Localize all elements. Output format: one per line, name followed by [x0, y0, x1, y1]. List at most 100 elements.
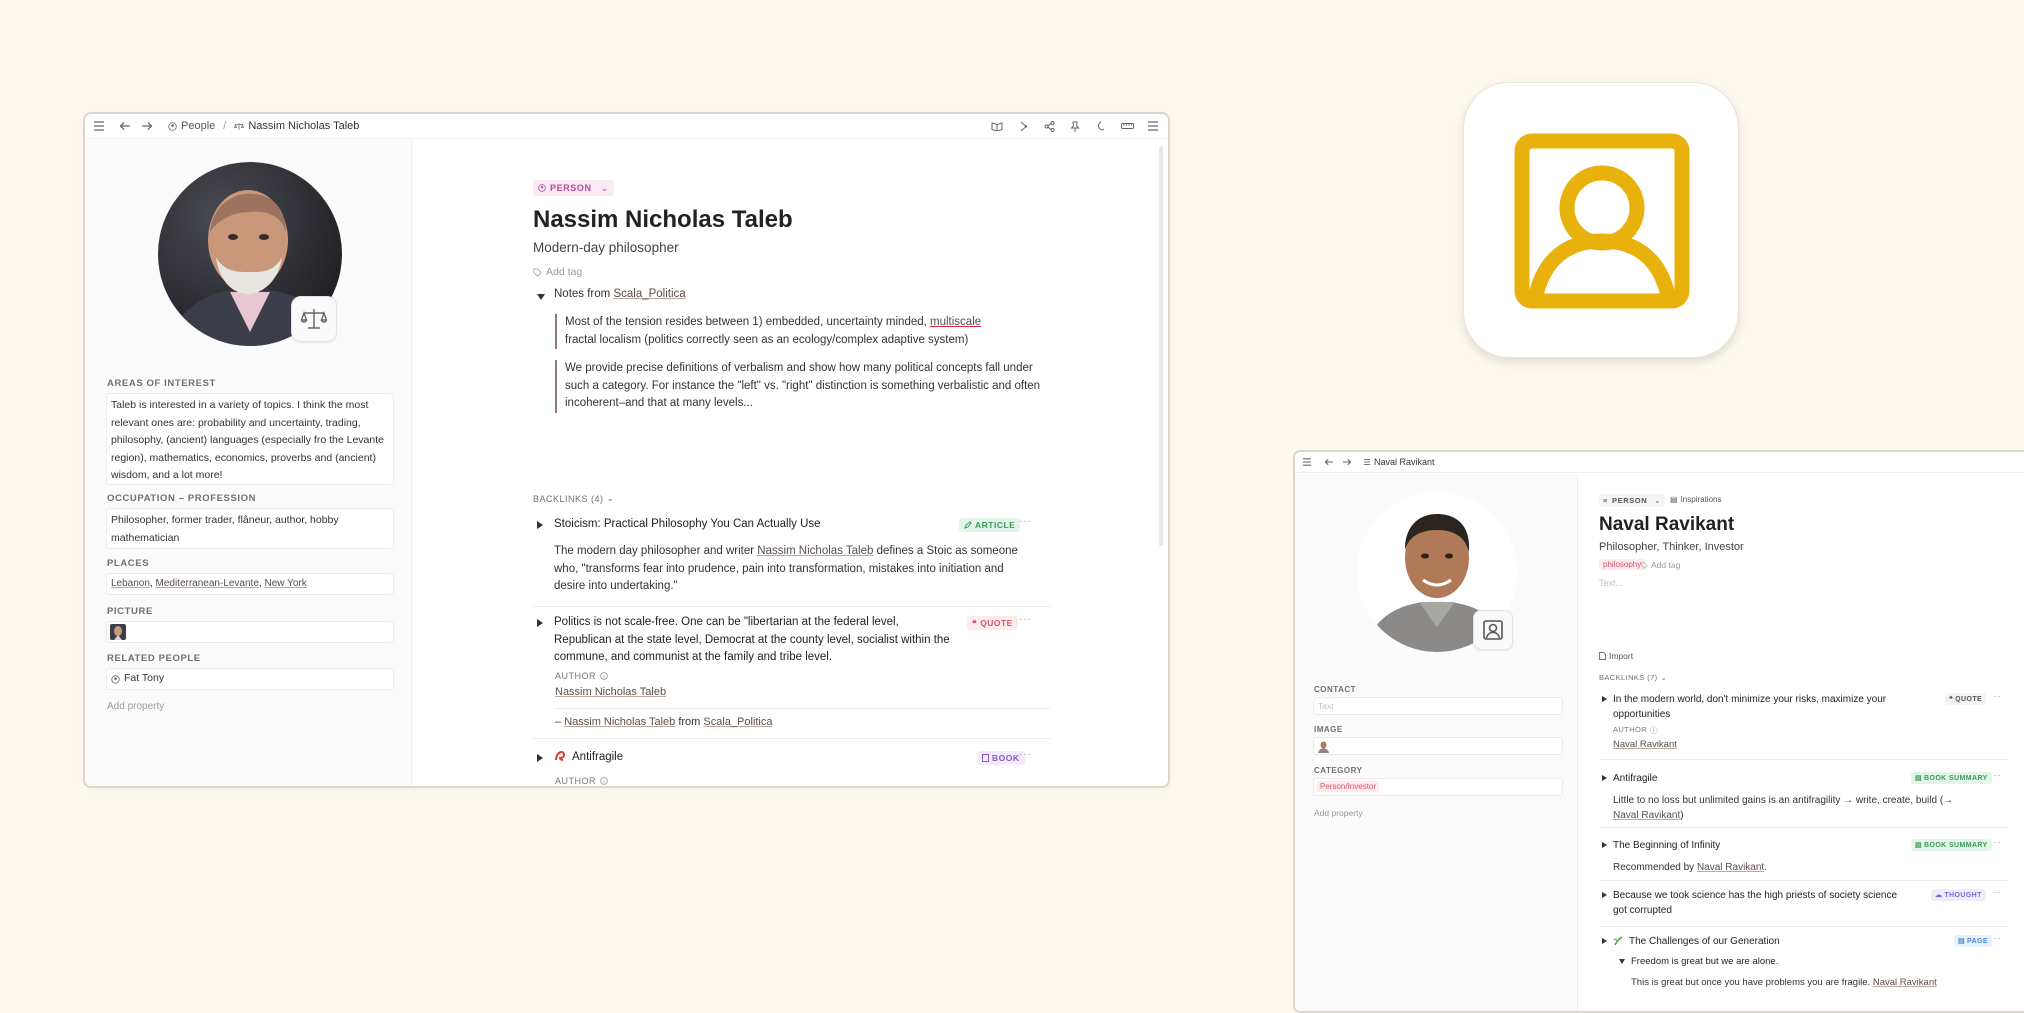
backlink-title[interactable]: Politics is not scale-free. One can be "…	[554, 614, 954, 667]
back-arrow-icon[interactable]	[1320, 453, 1338, 471]
person-link[interactable]: Naval Ravikant	[1613, 810, 1680, 821]
backlink-title[interactable]: Antifragile	[1613, 771, 1657, 786]
period: .	[1764, 862, 1767, 873]
quote-mark-icon: ❝	[1949, 696, 1954, 703]
quote-tag: ❝ QUOTE	[1945, 693, 1987, 705]
breadcrumb-parent[interactable]: People	[181, 120, 215, 132]
chevron-down-icon: ⌄	[1660, 673, 1668, 682]
source-link[interactable]: Scala_Politica	[703, 716, 772, 728]
inspirations-link[interactable]: ▤ Inspirations	[1670, 495, 1721, 504]
divider	[555, 708, 1050, 709]
backlink-title[interactable]: Because we took science has the high pri…	[1613, 888, 1913, 918]
moon-icon[interactable]	[1090, 115, 1112, 137]
backlinks-label: BACKLINKS (7)	[1599, 673, 1658, 682]
collapse-toggle-icon[interactable]	[537, 294, 545, 300]
related-people-field[interactable]: Fat Tony	[106, 668, 394, 690]
add-property-button[interactable]: Add property	[1314, 808, 1363, 818]
tag-chip[interactable]: philosophy	[1599, 559, 1646, 570]
book-icon[interactable]	[986, 115, 1008, 137]
expand-toggle-icon[interactable]	[537, 521, 543, 529]
more-options-icon[interactable]: ···	[1019, 614, 1032, 625]
backlinks-header[interactable]: BACKLINKS (7) ⌄	[1599, 673, 1667, 682]
menu-icon[interactable]	[88, 115, 110, 137]
text-placeholder[interactable]: Text...	[1599, 578, 1623, 588]
places-field[interactable]: Lebanon, Mediterranean-Levante, New York	[106, 573, 394, 595]
collapse-toggle-icon[interactable]	[1619, 959, 1625, 964]
place-link[interactable]: Mediterranean-Levante	[156, 578, 259, 589]
category-field[interactable]: Person/Investor	[1313, 778, 1563, 796]
place-link[interactable]: New York	[264, 578, 306, 589]
backlink-title[interactable]: The Challenges of our Generation	[1629, 934, 1780, 949]
person-link[interactable]: Naval Ravikant	[1697, 862, 1764, 873]
contact-field[interactable]: Text	[1313, 697, 1563, 715]
more-options-icon[interactable]: ···	[1993, 692, 2001, 701]
inspirations-label: Inspirations	[1680, 495, 1722, 504]
expand-toggle-icon[interactable]	[537, 619, 543, 627]
occupation-label: OCCUPATION – PROFESSION	[107, 493, 257, 504]
picture-field[interactable]	[106, 621, 394, 643]
person-link[interactable]: Nassim Nicholas Taleb	[564, 716, 675, 728]
occupation-field[interactable]: Philosopher, former trader, flâneur, aut…	[106, 508, 394, 549]
category-chip[interactable]: Person/Investor	[1317, 781, 1380, 792]
image-field[interactable]	[1313, 737, 1563, 755]
image-label: IMAGE	[1314, 725, 1343, 734]
page-subtitle: Philosopher, Thinker, Investor	[1599, 541, 1744, 553]
backlink-title[interactable]: Antifragile	[572, 749, 623, 767]
backlink-title[interactable]: The Beginning of Infinity	[1613, 838, 1720, 853]
add-property-button[interactable]: Add property	[107, 701, 164, 712]
backlink-title[interactable]: In the modern world, don't minimize your…	[1613, 692, 1943, 722]
article-tag: ARTICLE	[959, 518, 1021, 532]
page-title: Naval Ravikant	[1599, 514, 1735, 535]
scrollbar[interactable]	[1159, 146, 1163, 546]
scale-icon[interactable]	[291, 296, 337, 342]
expand-toggle-icon[interactable]	[537, 754, 543, 762]
add-tag-button[interactable]: Add tag	[533, 266, 582, 278]
tag-icon	[533, 267, 542, 277]
expand-toggle-icon[interactable]	[1602, 892, 1607, 898]
naval-window: Naval Ravikant CONTACT Text IMAGE CATEGO…	[1293, 450, 2024, 1013]
more-menu-icon[interactable]	[1142, 115, 1164, 137]
person-link[interactable]: Nassim Nicholas Taleb	[757, 545, 873, 557]
quote-tag: ❝ QUOTE	[967, 616, 1018, 630]
related-people-label: RELATED PEOPLE	[107, 653, 201, 664]
more-options-icon[interactable]: ···	[1993, 838, 2001, 847]
info-icon	[600, 777, 608, 785]
graph-icon[interactable]	[1012, 115, 1034, 137]
import-button[interactable]: Import	[1599, 651, 1633, 661]
tag-label: THOUGHT	[1944, 891, 1982, 899]
expand-toggle-icon[interactable]	[1602, 696, 1607, 702]
chevron-down-icon: ⌄	[1654, 496, 1662, 505]
expand-toggle-icon[interactable]	[1602, 775, 1607, 781]
more-options-icon[interactable]: ···	[1993, 888, 2001, 897]
backlinks-header[interactable]: BACKLINKS (4) ⌄	[533, 493, 615, 504]
person-link[interactable]: Naval Ravikant	[1873, 977, 1937, 988]
quote-link[interactable]: multiscale	[930, 316, 981, 328]
person-card-icon[interactable]	[1473, 610, 1513, 650]
more-options-icon[interactable]: ···	[1993, 771, 2001, 780]
more-options-icon[interactable]: ···	[1993, 934, 2001, 943]
author-link[interactable]: Nassim Nicholas Taleb	[555, 686, 666, 698]
notes-source-link[interactable]: Scala_Politica	[613, 288, 685, 300]
expand-toggle-icon[interactable]	[1602, 938, 1607, 944]
place-link[interactable]: Lebanon	[111, 578, 150, 589]
add-tag-button[interactable]: Add tag	[1641, 560, 1680, 570]
more-options-icon[interactable]: ···	[1019, 749, 1032, 760]
menu-icon[interactable]	[1298, 453, 1316, 471]
ruler-icon[interactable]	[1116, 115, 1138, 137]
type-pill[interactable]: ≡ PERSON ⌄	[1599, 494, 1666, 507]
more-options-icon[interactable]: ···	[1019, 516, 1032, 527]
title-bar: People / Nassim Nicholas Taleb	[85, 114, 1168, 139]
expand-toggle-icon[interactable]	[1602, 842, 1607, 848]
forward-arrow-icon[interactable]	[1338, 453, 1356, 471]
pin-icon[interactable]	[1064, 115, 1086, 137]
related-person[interactable]: Fat Tony	[124, 670, 164, 688]
back-arrow-icon[interactable]	[114, 115, 136, 137]
author-link[interactable]: Naval Ravikant	[1613, 739, 1677, 750]
type-pill[interactable]: PERSON ⌄	[533, 180, 614, 196]
forward-arrow-icon[interactable]	[136, 115, 158, 137]
areas-field[interactable]: Taleb is interested in a variety of topi…	[106, 393, 394, 485]
backlink-title[interactable]: Stoicism: Practical Philosophy You Can A…	[554, 516, 821, 534]
backlink-text: The modern day philosopher and writer Na…	[554, 543, 1034, 596]
share-icon[interactable]	[1038, 115, 1060, 137]
book-icon: ▤	[1915, 775, 1923, 782]
